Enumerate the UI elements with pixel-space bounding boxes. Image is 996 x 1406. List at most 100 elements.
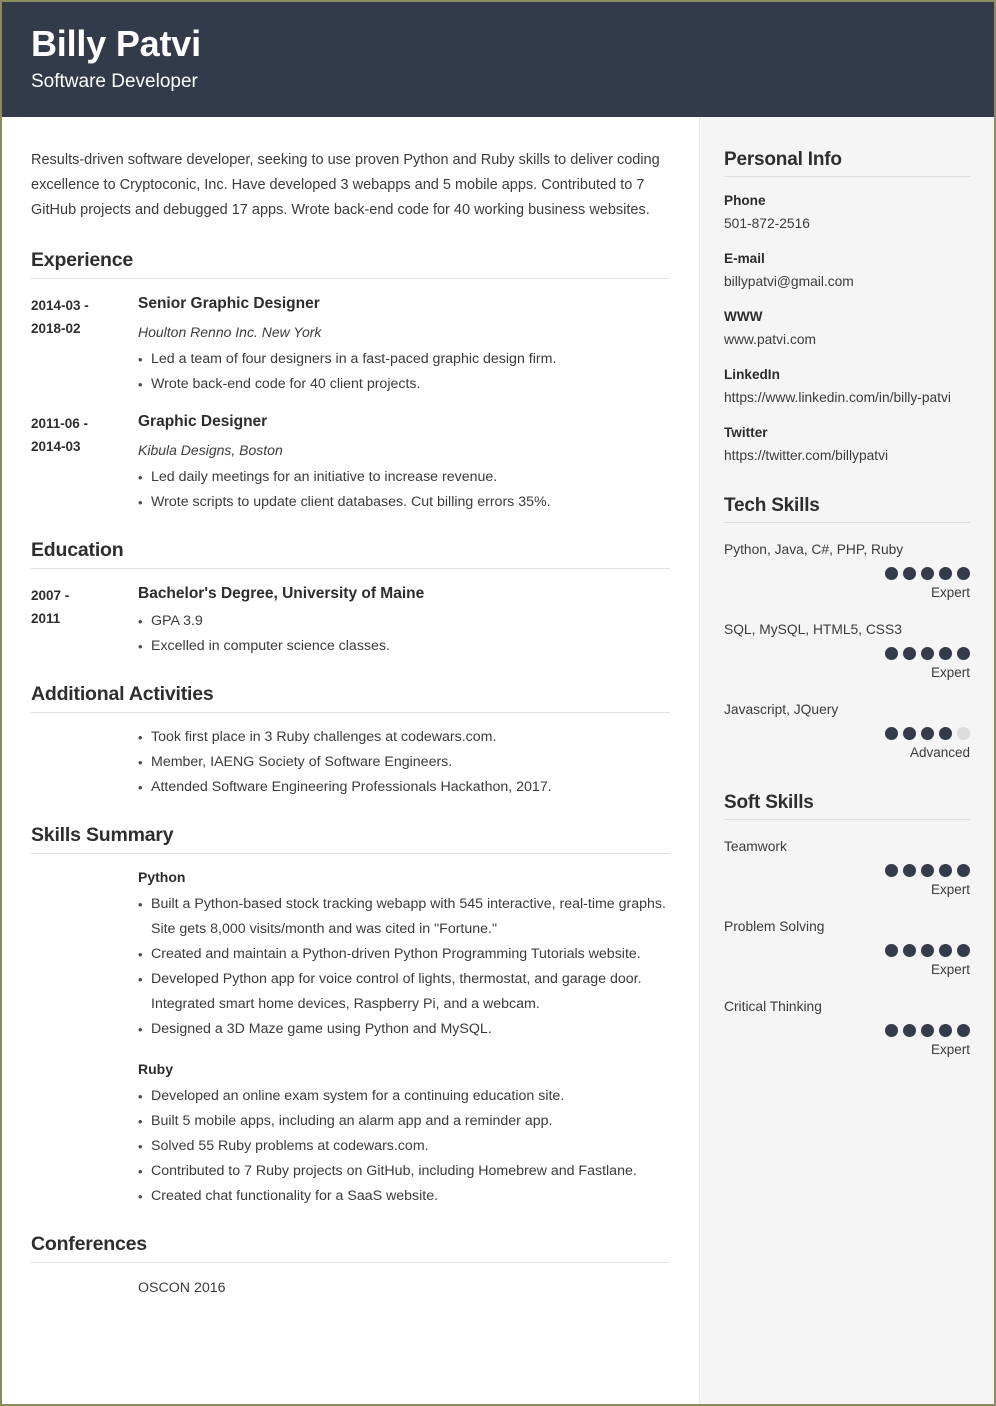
experience-role: Senior Graphic Designer <box>138 295 320 312</box>
education-bullet-list: GPA 3.9 Excelled in computer science cla… <box>138 609 670 659</box>
list-item: Led daily meetings for an initiative to … <box>138 465 670 490</box>
rating-dot-filled <box>939 944 952 957</box>
skill-group-python: Python Built a Python-based stock tracki… <box>138 866 670 1042</box>
rating-dot-filled <box>939 567 952 580</box>
resume-body: Results-driven software developer, seeki… <box>2 117 994 1404</box>
rating-dot-filled <box>957 944 970 957</box>
list-item: Excelled in computer science classes. <box>138 634 670 659</box>
skill-level: Expert <box>930 665 970 680</box>
skill-rating-dots <box>724 647 970 660</box>
list-item: Contributed to 7 Ruby projects on GitHub… <box>138 1159 670 1184</box>
education-entry-body: Bachelor's Degree, University of Maine G… <box>138 583 670 659</box>
education-entry: 2007 - 2011 Bachelor's Degree, Universit… <box>31 583 670 659</box>
contact-value: www.patvi.com <box>724 332 817 347</box>
resume-page: Billy Patvi Software Developer Results-d… <box>0 0 996 1406</box>
sidebar-title-tech-skills: Tech Skills <box>724 495 970 523</box>
section-title-conferences: Conferences <box>31 1233 670 1263</box>
sidebar-section-soft-skills: Soft Skills Teamwork Expert Problem Solv… <box>724 792 970 1060</box>
sidebar-section-tech-skills: Tech Skills Python, Java, C#, PHP, Ruby … <box>724 495 970 763</box>
rating-dot-filled <box>885 864 898 877</box>
rating-dot-filled <box>957 864 970 877</box>
contact-label: LinkedIn <box>724 367 780 382</box>
soft-skill-row: Teamwork Expert <box>724 836 970 900</box>
list-item: Wrote scripts to update client databases… <box>138 490 670 515</box>
soft-skill-row: Critical Thinking Expert <box>724 996 970 1060</box>
contact-value: https://www.linkedin.com/in/billy-patvi <box>724 390 951 405</box>
rating-dot-filled <box>939 727 952 740</box>
skill-level: Expert <box>930 585 970 600</box>
list-item: Created and maintain a Python-driven Pyt… <box>138 942 670 967</box>
experience-date-line-2: 2018-02 <box>31 321 81 336</box>
rating-dot-filled <box>939 864 952 877</box>
skill-rating-dots <box>724 727 970 740</box>
skill-group-bullet-list: Developed an online exam system for a co… <box>138 1084 670 1209</box>
contact-value: https://twitter.com/billypatvi <box>724 448 889 463</box>
rating-dot-filled <box>885 944 898 957</box>
list-item: Solved 55 Ruby problems at codewars.com. <box>138 1134 670 1159</box>
contact-value: billypatvi@gmail.com <box>724 274 854 289</box>
skill-group-title: Python <box>138 869 186 885</box>
list-item: Built 5 mobile apps, including an alarm … <box>138 1109 670 1134</box>
conference-item: OSCON 2016 <box>138 1280 226 1296</box>
soft-skill-row: Problem Solving Expert <box>724 916 970 980</box>
experience-company: Houlton Renno Inc. New York <box>138 324 322 340</box>
section-additional-activities: Additional Activities Took first place i… <box>2 683 699 800</box>
section-conferences: Conferences OSCON 2016 <box>2 1233 699 1299</box>
experience-entry-body: Graphic Designer Kibula Designs, Boston … <box>138 411 670 515</box>
professional-summary: Results-driven software developer, seeki… <box>31 152 660 218</box>
rating-dot-filled <box>903 1024 916 1037</box>
activities-body: Took first place in 3 Ruby challenges at… <box>138 725 670 800</box>
section-title-experience: Experience <box>31 249 670 279</box>
resume-header: Billy Patvi Software Developer <box>2 2 994 117</box>
rating-dot-filled <box>957 1024 970 1037</box>
candidate-name: Billy Patvi <box>31 23 201 64</box>
sidebar-title-soft-skills: Soft Skills <box>724 792 970 820</box>
skill-name: Teamwork <box>724 839 787 854</box>
contact-item-www: WWW www.patvi.com <box>724 307 970 351</box>
list-item: Took first place in 3 Ruby challenges at… <box>138 725 670 750</box>
rating-dot-filled <box>921 944 934 957</box>
skill-rating-dots <box>724 864 970 877</box>
experience-date-line-1: 2011-06 - <box>31 416 89 431</box>
sidebar-title-personal-info: Personal Info <box>724 149 970 177</box>
experience-bullet-list: Led daily meetings for an initiative to … <box>138 465 670 515</box>
activities-bullet-list: Took first place in 3 Ruby challenges at… <box>138 725 670 800</box>
skill-group-title: Ruby <box>138 1061 173 1077</box>
education-date-line-2: 2011 <box>31 611 61 626</box>
contact-label: E-mail <box>724 251 765 266</box>
skill-rating-dots <box>724 944 970 957</box>
experience-date: 2011-06 - 2014-03 <box>31 411 138 515</box>
list-item: Created chat functionality for a SaaS we… <box>138 1184 670 1209</box>
experience-date: 2014-03 - 2018-02 <box>31 293 138 397</box>
skill-rating-dots <box>724 1024 970 1037</box>
contact-item-phone: Phone 501-872-2516 <box>724 191 970 235</box>
list-item: Developed Python app for voice control o… <box>138 967 670 1017</box>
section-experience: Experience 2014-03 - 2018-02 Senior Grap… <box>2 249 699 515</box>
contact-label: Twitter <box>724 425 768 440</box>
tech-skill-row: Python, Java, C#, PHP, Ruby Expert <box>724 539 970 603</box>
education-degree: Bachelor's Degree, University of Maine <box>138 585 425 602</box>
skill-group-ruby: Ruby Developed an online exam system for… <box>138 1058 670 1209</box>
rating-dot-filled <box>921 1024 934 1037</box>
list-item: Wrote back-end code for 40 client projec… <box>138 372 670 397</box>
section-title-education: Education <box>31 539 670 569</box>
experience-bullet-list: Led a team of four designers in a fast-p… <box>138 347 670 397</box>
contact-label: WWW <box>724 309 763 324</box>
candidate-job-title: Software Developer <box>31 71 198 92</box>
rating-dot-filled <box>885 647 898 660</box>
section-skills-summary: Skills Summary Python Built a Python-bas… <box>2 824 699 1209</box>
skill-name: Critical Thinking <box>724 999 822 1014</box>
rating-dot-filled <box>903 727 916 740</box>
skill-name: Javascript, JQuery <box>724 702 839 717</box>
experience-role: Graphic Designer <box>138 413 268 430</box>
list-item: GPA 3.9 <box>138 609 670 634</box>
tech-skill-row: SQL, MySQL, HTML5, CSS3 Expert <box>724 619 970 683</box>
rating-dot-filled <box>921 647 934 660</box>
skill-rating-dots <box>724 567 970 580</box>
skill-level: Advanced <box>909 745 970 760</box>
skill-name: SQL, MySQL, HTML5, CSS3 <box>724 622 902 637</box>
skill-level: Expert <box>930 882 970 897</box>
main-column: Results-driven software developer, seeki… <box>2 117 699 1404</box>
rating-dot-filled <box>921 864 934 877</box>
experience-date-line-2: 2014-03 <box>31 439 81 454</box>
